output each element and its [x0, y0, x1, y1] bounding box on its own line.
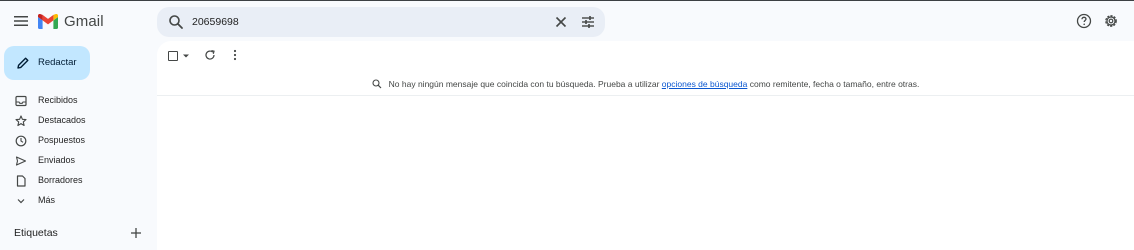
pencil-icon	[17, 57, 29, 69]
select-all-checkbox[interactable]	[168, 51, 178, 61]
divider	[157, 95, 1134, 96]
search-icon[interactable]	[168, 14, 184, 30]
sidebar-item-label: Pospuestos	[38, 135, 86, 145]
sidebar-item-label: Destacados	[38, 115, 86, 125]
hamburger-menu-icon	[14, 16, 28, 26]
sidebar-item-more[interactable]: Más	[0, 191, 156, 211]
chevron-down-icon	[17, 199, 25, 204]
sidebar-item-drafts[interactable]: Borradores	[0, 171, 156, 191]
star-icon	[15, 115, 27, 127]
caret-down-icon[interactable]	[182, 53, 190, 59]
empty-message-suffix: como remitente, fecha o tamaño, entre ot…	[749, 79, 920, 89]
refresh-icon[interactable]	[204, 49, 216, 61]
labels-heading: Etiquetas	[14, 227, 58, 239]
sidebar-item-label: Borradores	[38, 175, 83, 185]
sidebar-item-label: Enviados	[38, 155, 76, 165]
gmail-logo[interactable]: Gmail	[38, 13, 104, 30]
inbox-icon	[15, 95, 27, 107]
message-list-panel: No hay ningún mensaje que coincida con t…	[157, 41, 1134, 250]
search-icon	[372, 79, 382, 89]
gmail-m-icon	[38, 14, 58, 29]
clock-icon	[15, 135, 27, 147]
header: Gmail	[0, 1, 1134, 41]
sidebar-item-label: Recibidos	[38, 95, 78, 105]
main-menu-button[interactable]	[10, 10, 32, 32]
app-name: Gmail	[64, 13, 104, 30]
search-input[interactable]	[192, 12, 532, 32]
list-toolbar	[157, 41, 1134, 71]
plus-icon[interactable]	[130, 227, 142, 239]
more-vert-icon[interactable]	[231, 49, 239, 61]
clear-search-icon[interactable]	[553, 14, 569, 30]
compose-button[interactable]: Redactar	[4, 46, 90, 80]
sidebar-item-inbox[interactable]: Recibidos	[0, 91, 156, 111]
sidebar-item-label: Más	[38, 195, 56, 205]
settings-gear-icon[interactable]	[1103, 13, 1119, 29]
send-icon	[15, 156, 27, 166]
draft-icon	[16, 175, 26, 187]
search-options-icon[interactable]	[580, 14, 596, 30]
sidebar-item-sent[interactable]: Enviados	[0, 151, 156, 171]
sidebar-item-starred[interactable]: Destacados	[0, 111, 156, 131]
empty-search-message: No hay ningún mensaje que coincida con t…	[157, 74, 1134, 94]
sidebar-nav: Recibidos Destacados Pospuestos Enviados…	[0, 91, 156, 211]
empty-message-prefix: No hay ningún mensaje que coincida con t…	[388, 79, 660, 89]
help-icon[interactable]	[1076, 13, 1092, 29]
sidebar-item-snoozed[interactable]: Pospuestos	[0, 131, 156, 151]
search-bar	[157, 7, 605, 37]
search-options-link[interactable]: opciones de búsqueda	[662, 79, 748, 89]
compose-label: Redactar	[38, 57, 77, 68]
